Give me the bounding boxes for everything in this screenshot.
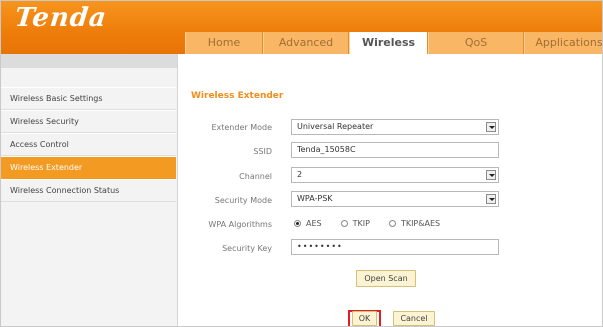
radio-checked-icon xyxy=(294,220,301,227)
main-nav-tabs: Home Advanced Wireless QoS Applications xyxy=(185,32,602,54)
tab-home[interactable]: Home xyxy=(185,32,263,54)
sidebar-item-wireless-basic-settings[interactable]: Wireless Basic Settings xyxy=(1,87,176,110)
tab-qos[interactable]: QoS xyxy=(428,32,524,54)
content-top-strip xyxy=(178,54,602,66)
security-mode-label: Security Mode xyxy=(214,196,272,205)
chevron-down-icon[interactable] xyxy=(486,194,496,204)
cancel-button[interactable]: Cancel xyxy=(393,311,435,326)
chevron-down-icon[interactable] xyxy=(486,122,496,132)
sidebar-item-wireless-extender[interactable]: Wireless Extender xyxy=(1,156,176,179)
page-title: Wireless Extender xyxy=(191,91,284,101)
tab-wireless[interactable]: Wireless xyxy=(349,32,428,54)
radio-unchecked-icon xyxy=(340,220,348,227)
radio-aes[interactable]: AES xyxy=(294,219,322,228)
wpa-algorithms-radio-group: AES TKIP TKIP&AES xyxy=(294,219,459,228)
wpa-algorithms-label: WPA Algorithms xyxy=(208,220,272,229)
sidebar-top-strip xyxy=(1,54,177,68)
header-bar: Tenda Home Advanced Wireless QoS Applica… xyxy=(1,1,602,54)
tenda-logo: Tenda xyxy=(13,3,109,33)
sidebar-item-wireless-connection-status[interactable]: Wireless Connection Status xyxy=(1,179,176,202)
radio-unchecked-icon xyxy=(388,220,396,227)
extender-mode-value: Universal Repeater xyxy=(297,122,374,131)
ssid-label: SSID xyxy=(253,147,272,156)
radio-tkip-aes-label: TKIP&AES xyxy=(400,219,441,228)
channel-value: 2 xyxy=(297,170,303,179)
security-key-value: •••••••• xyxy=(297,242,343,251)
security-mode-select[interactable]: WPA-PSK xyxy=(291,191,499,207)
radio-tkip[interactable]: TKIP xyxy=(340,219,370,228)
open-scan-button[interactable]: Open Scan xyxy=(356,270,416,287)
security-key-input[interactable]: •••••••• xyxy=(291,239,499,255)
chevron-down-icon[interactable] xyxy=(486,170,496,180)
sidebar: Wireless Basic Settings Wireless Securit… xyxy=(1,54,178,326)
extender-mode-select[interactable]: Universal Repeater xyxy=(291,119,499,135)
sidebar-item-access-control[interactable]: Access Control xyxy=(1,133,176,156)
channel-label: Channel xyxy=(239,172,272,181)
sidebar-item-wireless-security[interactable]: Wireless Security xyxy=(1,110,176,133)
extender-mode-label: Extender Mode xyxy=(211,123,272,132)
tab-applications[interactable]: Applications xyxy=(524,32,602,54)
sidebar-menu: Wireless Basic Settings Wireless Securit… xyxy=(1,87,176,202)
ok-button[interactable]: OK xyxy=(352,311,377,326)
radio-tkip-label: TKIP xyxy=(352,219,370,228)
channel-select[interactable]: 2 xyxy=(291,167,499,183)
security-mode-value: WPA-PSK xyxy=(297,194,333,203)
security-key-label: Security Key xyxy=(222,244,272,253)
radio-tkip-aes[interactable]: TKIP&AES xyxy=(388,219,441,228)
ssid-value: Tenda_15058C xyxy=(297,145,356,154)
router-admin-window: Tenda Home Advanced Wireless QoS Applica… xyxy=(0,0,603,327)
tab-advanced[interactable]: Advanced xyxy=(263,32,349,54)
radio-aes-label: AES xyxy=(306,219,322,228)
ssid-input[interactable]: Tenda_15058C xyxy=(291,142,499,158)
